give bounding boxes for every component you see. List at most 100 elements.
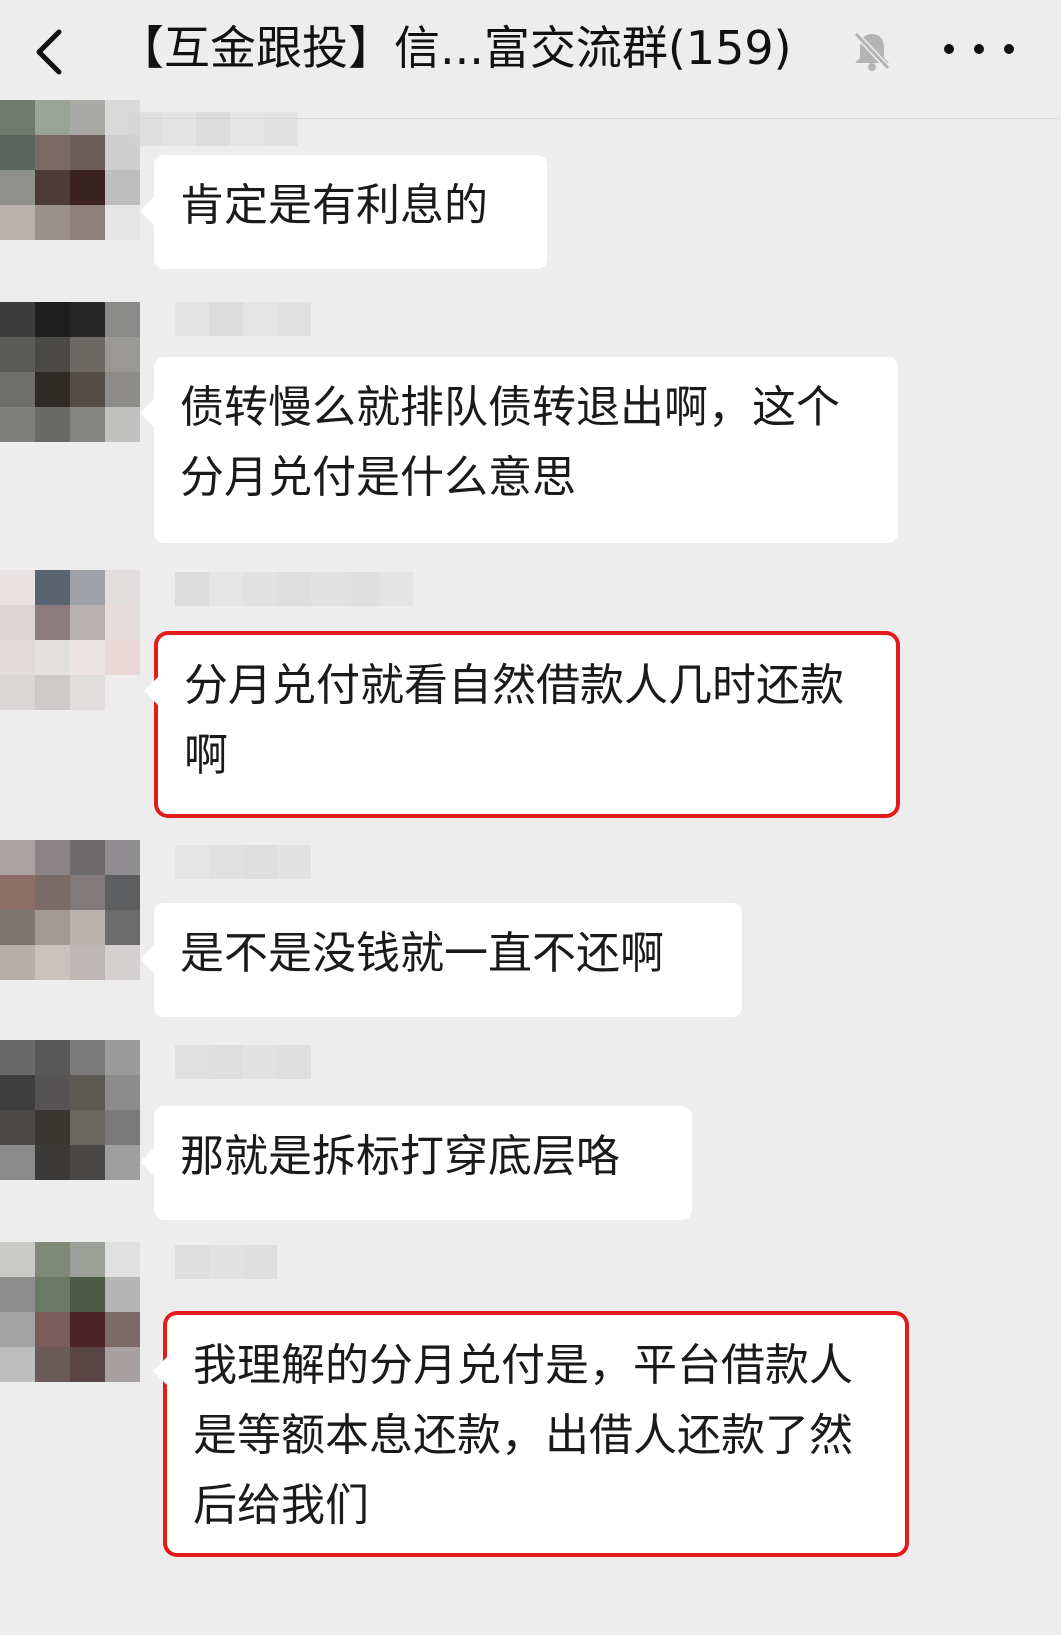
avatar-mosaic-cell [0,945,35,980]
nickname-mosaic-cell [277,572,311,606]
avatar-mosaic-cell [70,875,105,910]
message-bubble[interactable]: 债转慢么就排队债转退出啊，这个分月兑付是什么意思 [140,357,898,543]
message-bubble[interactable]: 是不是没钱就一直不还啊 [140,903,742,1017]
nickname-mosaic-cell [230,112,264,146]
avatar-mosaic-cell [70,1312,105,1347]
avatar-mosaic-cell [0,1242,35,1277]
avatar-mosaic-cell [105,570,140,605]
avatar-mosaic-cell [105,640,140,675]
message-text: 债转慢么就排队债转退出啊，这个分月兑付是什么意思 [180,382,840,503]
avatar-mosaic-cell [105,675,140,710]
avatar-mosaic-cell [0,372,35,407]
message-bubble[interactable]: 肯定是有利息的 [140,155,547,269]
nickname-mosaic-cell [209,1045,243,1079]
message-bubble-highlighted[interactable]: 分月兑付就看自然借款人几时还款啊 [144,635,896,814]
bell-muted-icon [853,31,891,71]
avatar-mosaic-cell [0,205,35,240]
avatar-mosaic-cell [35,1040,70,1075]
message-bubble-highlighted[interactable]: 我理解的分月兑付是，平台借款人是等额本息还款，出借人还款了然后给我们 [153,1315,905,1553]
avatar-mosaic-cell [105,605,140,640]
nickname-mosaic-cell [175,1045,209,1079]
avatar-mosaic-cell [105,337,140,372]
nickname-mosaic-cell [264,112,298,146]
avatar-mosaic-cell [0,1075,35,1110]
avatar-mosaic-cell [105,875,140,910]
sender-nickname-blurred [175,845,311,879]
avatar-mosaic-cell [35,1145,70,1180]
avatar[interactable] [0,840,140,980]
avatar-mosaic-cell [70,1242,105,1277]
back-button[interactable] [18,22,78,82]
avatar-mosaic-cell [70,1040,105,1075]
avatar-mosaic-cell [105,1347,140,1382]
avatar-mosaic-cell [70,337,105,372]
avatar-mosaic-cell [70,205,105,240]
avatar-mosaic-cell [0,910,35,945]
avatar-mosaic-cell [70,1110,105,1145]
avatar[interactable] [0,100,140,240]
avatar-mosaic-cell [35,337,70,372]
nickname-mosaic-cell [277,302,311,336]
avatar-mosaic-cell [70,135,105,170]
avatar-mosaic-cell [35,1110,70,1145]
avatar-mosaic-cell [0,407,35,442]
nickname-mosaic-cell [243,572,277,606]
nickname-mosaic-cell [243,302,277,336]
avatar-mosaic-cell [35,135,70,170]
nickname-mosaic-cell [209,1245,243,1279]
nickname-mosaic-cell [379,572,413,606]
avatar-mosaic-cell [35,205,70,240]
more-dot [974,44,984,54]
avatar-mosaic-cell [0,640,35,675]
avatar-mosaic-cell [35,570,70,605]
avatar-mosaic-cell [105,170,140,205]
nickname-mosaic-cell [311,572,345,606]
avatar-mosaic-cell [0,1312,35,1347]
nickname-mosaic-cell [277,1045,311,1079]
avatar-mosaic-cell [70,302,105,337]
chat-title: 【互金跟投】信...富交流群(159) [118,21,792,75]
avatar-mosaic-cell [0,100,35,135]
avatar-mosaic-cell [0,135,35,170]
avatar-mosaic-cell [0,675,35,710]
avatar-mosaic-cell [35,302,70,337]
avatar-mosaic-cell [105,1242,140,1277]
avatar-mosaic-cell [0,570,35,605]
sender-nickname-blurred [175,1045,311,1079]
avatar[interactable] [0,570,140,710]
avatar-mosaic-cell [0,840,35,875]
avatar-mosaic-cell [0,302,35,337]
avatar-mosaic-cell [70,1075,105,1110]
avatar-mosaic-cell [35,1277,70,1312]
avatar-mosaic-cell [35,1242,70,1277]
message-text: 是不是没钱就一直不还啊 [180,928,664,979]
avatar-mosaic-cell [35,1075,70,1110]
avatar-mosaic-cell [0,1110,35,1145]
avatar-mosaic-cell [105,1040,140,1075]
avatar[interactable] [0,1040,140,1180]
avatar[interactable] [0,1242,140,1382]
avatar-mosaic-cell [70,570,105,605]
nickname-mosaic-cell [128,112,162,146]
avatar-mosaic-cell [105,1145,140,1180]
avatar-mosaic-cell [70,407,105,442]
avatar-mosaic-cell [0,337,35,372]
nickname-mosaic-cell [209,572,243,606]
avatar-mosaic-cell [105,407,140,442]
avatar-mosaic-cell [105,840,140,875]
avatar-mosaic-cell [0,1277,35,1312]
avatar-mosaic-cell [35,407,70,442]
avatar[interactable] [0,302,140,442]
avatar-mosaic-cell [105,1277,140,1312]
avatar-mosaic-cell [105,205,140,240]
avatar-mosaic-cell [70,945,105,980]
avatar-mosaic-cell [70,605,105,640]
nickname-mosaic-cell [162,112,196,146]
avatar-mosaic-cell [105,1312,140,1347]
avatar-mosaic-cell [105,910,140,945]
more-button[interactable] [944,26,1014,72]
avatar-mosaic-cell [70,1277,105,1312]
avatar-mosaic-cell [0,1347,35,1382]
message-bubble[interactable]: 那就是拆标打穿底层咯 [140,1106,692,1220]
nickname-mosaic-cell [175,845,209,879]
